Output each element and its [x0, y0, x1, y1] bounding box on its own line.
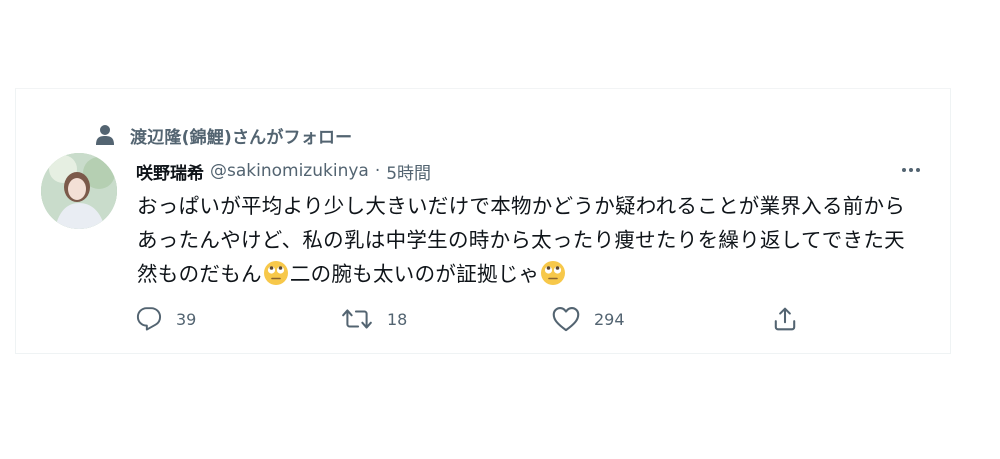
more-icon[interactable] — [898, 158, 924, 182]
social-context-text[interactable]: 渡辺隆(錦鯉)さんがフォロー — [130, 123, 352, 148]
share-icon — [772, 306, 798, 332]
timestamp[interactable]: 5時間 — [386, 159, 431, 184]
like-icon — [552, 306, 580, 332]
reply-icon — [136, 306, 162, 332]
reply-button[interactable]: 39 — [136, 305, 196, 333]
social-context: 渡辺隆(錦鯉)さんがフォロー — [92, 122, 352, 148]
person-icon — [92, 122, 118, 148]
like-count: 294 — [594, 309, 625, 329]
retweet-count: 18 — [387, 309, 408, 329]
rolling-eyes-emoji-icon — [540, 260, 566, 286]
tweet-text: おっぱいが平均より少し大きいだけで本物かどうか疑われることが業界入る前からあった… — [137, 189, 917, 291]
avatar[interactable] — [41, 153, 117, 229]
retweet-icon — [341, 306, 373, 332]
retweet-button[interactable]: 18 — [341, 305, 407, 333]
display-name[interactable]: 咲野瑞希 — [136, 159, 204, 184]
share-button[interactable] — [772, 305, 798, 333]
tweet-text-part2: 二の腕も太いのが証拠じゃ — [289, 262, 540, 286]
tweet-header: 咲野瑞希 @sakinomizukinya · 5時間 — [136, 158, 431, 184]
like-button[interactable]: 294 — [552, 305, 625, 333]
reply-count: 39 — [176, 309, 197, 329]
rolling-eyes-emoji-icon — [263, 260, 289, 286]
separator: · — [374, 161, 381, 181]
handle[interactable]: @sakinomizukinya — [210, 161, 369, 181]
